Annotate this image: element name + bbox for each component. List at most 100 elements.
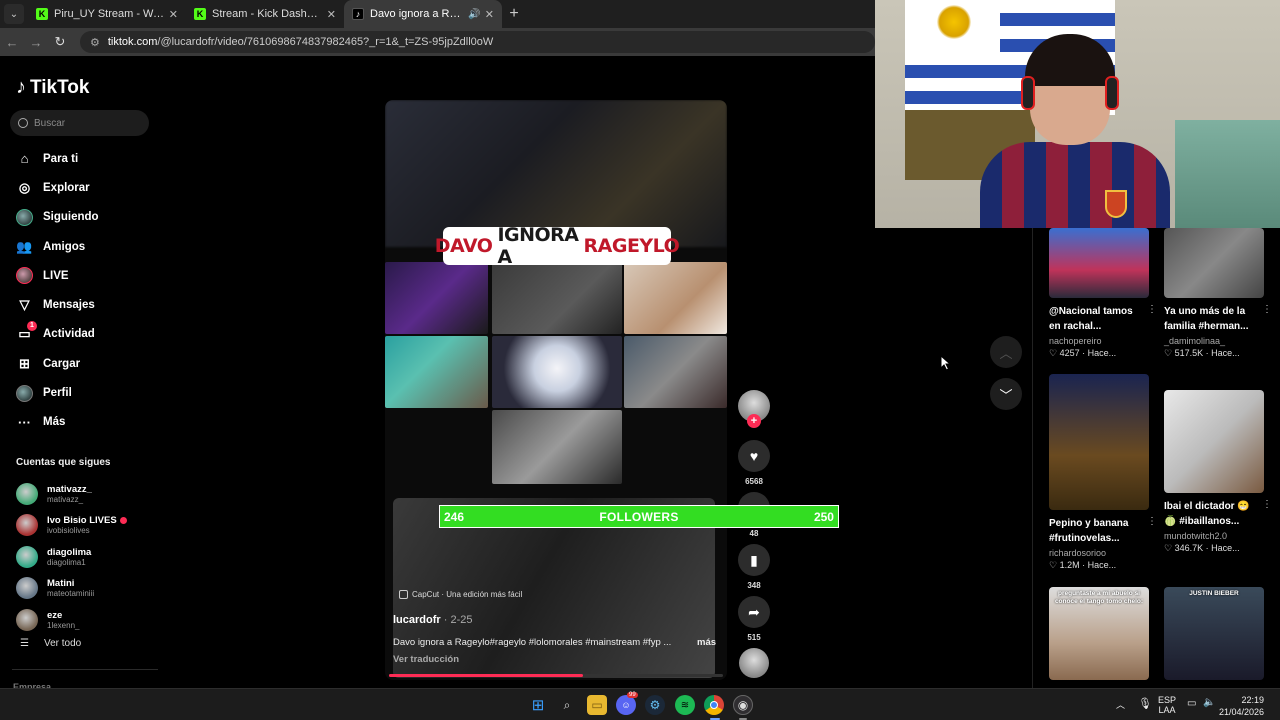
search-icon[interactable]: ⌕ — [557, 695, 577, 715]
card-menu-icon[interactable]: ⋮ — [1147, 304, 1157, 315]
card-title: Ibai el dictador 😁 🍈 #ibaillanos... — [1164, 501, 1250, 527]
sidebar-item-perfil[interactable]: Perfil — [16, 378, 156, 407]
mouse-cursor-icon — [940, 355, 952, 371]
url-field[interactable]: ⚙ tiktok.com/@lucardofr/video/7610698674… — [80, 31, 875, 53]
back-arrow-icon[interactable]: ← — [0, 35, 24, 50]
tab-title: Stream - Kick Dashboard — [212, 8, 323, 20]
tab-kick-stream[interactable]: K Piru_UY Stream - Watch Live on ✕ — [28, 0, 186, 28]
headset-icon — [1021, 76, 1035, 110]
sidebar-item-para-ti[interactable]: ⌂ Para ti — [16, 144, 156, 173]
site-settings-icon[interactable]: ⚙ — [90, 36, 100, 49]
recommended-video-card[interactable]: JUSTIN BIEBER — [1164, 587, 1264, 680]
club-crest-icon — [1105, 190, 1127, 218]
sidebar-item-label: Mensajes — [43, 299, 95, 312]
recommended-video-card[interactable]: Ya uno más de la familia #herman... _dami… — [1164, 228, 1272, 359]
tab-close-icon[interactable]: ✕ — [485, 8, 494, 21]
see-all-link[interactable]: ☰ Ver todo — [20, 638, 81, 649]
like-heart-icon[interactable]: ♥ — [738, 440, 770, 472]
following-text: Ivo Bisio LIVES ivobisiolives — [47, 515, 127, 535]
tray-expand-chevron-up-icon[interactable]: ︿ — [1116, 698, 1125, 711]
sidebar-item-explorar[interactable]: ◎ Explorar — [16, 173, 156, 202]
tab-tiktok-video[interactable]: ♪ Davo ignora a Rageylo: ¿Pre 🔊 ✕ — [344, 0, 502, 28]
following-item[interactable]: diagolima diagolima1 — [16, 541, 156, 573]
following-name-text: Ivo Bisio LIVES — [47, 515, 117, 527]
tab-search-icon[interactable]: ⌄ — [4, 4, 24, 24]
capcut-tag[interactable]: CapCut · Una edición más fácil — [399, 590, 522, 599]
recommended-video-card[interactable]: Ibai el dictador 😁 🍈 #ibaillanos... mundo… — [1164, 390, 1272, 554]
follow-plus-icon[interactable]: + — [747, 414, 761, 428]
bookmark-icon[interactable]: ▮ — [738, 544, 770, 576]
steam-icon[interactable]: ⚙ — [645, 695, 665, 715]
more-button[interactable]: más — [697, 637, 716, 648]
sidebar-item-mensajes[interactable]: ▽ Mensajes — [16, 290, 156, 319]
thumbnail-caption: preguntaste a mi abuelo si conoce el tan… — [1054, 590, 1144, 605]
file-explorer-icon[interactable]: ▭ — [587, 695, 607, 715]
comment-count: 48 — [749, 529, 759, 538]
speaker-icon[interactable]: 🔊 — [468, 9, 480, 20]
obs-icon[interactable]: ◉ — [733, 695, 753, 715]
following-item[interactable]: Ivo Bisio LIVES ivobisiolives — [16, 510, 156, 542]
sidebar-item-label: Más — [43, 416, 66, 429]
following-item[interactable]: eze 1lexenn_ — [16, 604, 156, 636]
following-handle: mativazz_ — [47, 494, 84, 504]
translate-link[interactable]: Ver traducción — [393, 654, 459, 665]
card-menu-icon[interactable]: ⋮ — [1262, 499, 1272, 510]
sidebar-item-cargar[interactable]: ⊞ Cargar — [16, 349, 156, 378]
search-input[interactable]: Buscar — [10, 110, 149, 136]
spotify-icon[interactable]: ≋ — [675, 695, 695, 715]
upload-icon: ⊞ — [19, 355, 30, 371]
recommended-video-card[interactable]: @Nacional tamos en rachal... nachopereiro… — [1049, 228, 1157, 359]
sidebar-nav: ⌂ Para ti ◎ Explorar Siguiendo 👥 Amigos LIVE ▽ Me… — [16, 144, 156, 437]
card-title: @Nacional tamos en rachal... — [1049, 306, 1133, 332]
previous-video-chevron-up-icon[interactable]: ︿ — [990, 336, 1022, 368]
tab-close-icon[interactable]: ✕ — [327, 8, 336, 21]
sidebar-item-live[interactable]: LIVE — [16, 261, 156, 290]
next-video-chevron-down-icon[interactable]: ﹀ — [990, 378, 1022, 410]
sidebar-item-siguiendo[interactable]: Siguiendo — [16, 203, 156, 232]
video-author[interactable]: lucardofr · 2-25 — [393, 614, 472, 626]
language-indicator[interactable]: ESP LAA — [1158, 695, 1176, 715]
card-stats: ♡ 4257 · Hace... — [1049, 348, 1117, 358]
lang-secondary: LAA — [1158, 705, 1176, 715]
share-arrow-icon[interactable]: ➦ — [738, 596, 770, 628]
video-progress-bar[interactable] — [389, 674, 723, 677]
recommended-video-card[interactable]: Pepino y banana #frutinovelas... richardo… — [1049, 374, 1157, 571]
following-item[interactable]: mativazz_ mativazz_ — [16, 478, 156, 510]
following-item[interactable]: Matini mateotaminiii — [16, 573, 156, 605]
windows-start-icon[interactable]: ⊞ — [528, 695, 548, 715]
recommended-video-card[interactable]: preguntaste a mi abuelo si conoce el tan… — [1049, 587, 1149, 680]
sidebar-item-label: Perfil — [43, 387, 72, 400]
chrome-icon[interactable] — [704, 695, 724, 715]
stream-cell — [492, 262, 622, 334]
compass-icon: ◎ — [18, 179, 31, 195]
following-name-text: diagolima — [47, 546, 92, 558]
sidebar-item-actividad[interactable]: ▭ 1 Actividad — [16, 320, 156, 349]
system-clock[interactable]: 22:19 21/04/2026 — [1219, 694, 1264, 718]
card-menu-icon[interactable]: ⋮ — [1262, 304, 1272, 315]
microphone-icon[interactable]: 🎙 — [1138, 697, 1152, 710]
new-tab-button[interactable]: + — [502, 5, 526, 23]
following-handle: diagolima1 — [47, 557, 86, 567]
following-name-text: Matini — [47, 578, 75, 590]
tiktok-logo[interactable]: ♪ TikTok — [16, 76, 89, 99]
logo-text: TikTok — [30, 76, 90, 98]
card-title: Pepino y banana #frutinovelas... — [1049, 518, 1129, 544]
tab-kick-dashboard[interactable]: K Stream - Kick Dashboard ✕ — [186, 0, 344, 28]
column-divider — [1032, 228, 1033, 688]
sidebar-item-más[interactable]: ··· Más — [16, 408, 156, 437]
like-count: 6568 — [745, 477, 763, 486]
card-menu-icon[interactable]: ⋮ — [1147, 516, 1157, 527]
discord-icon[interactable]: ☺ — [616, 695, 636, 715]
following-list: mativazz_ mativazz_ Ivo Bisio LIVES ivobisi… — [16, 478, 156, 636]
volume-icon[interactable]: 🔈 — [1203, 697, 1215, 708]
following-name-text: eze — [47, 609, 63, 621]
forward-arrow-icon[interactable]: → — [24, 35, 48, 50]
sound-disc-icon[interactable] — [739, 648, 769, 678]
network-icon[interactable]: ▭ — [1187, 698, 1196, 709]
card-author: richardosorioo — [1049, 548, 1107, 558]
sidebar-item-amigos[interactable]: 👥 Amigos — [16, 232, 156, 261]
title-word-2: IGNORA A — [497, 224, 579, 268]
tab-close-icon[interactable]: ✕ — [169, 8, 178, 21]
reload-icon[interactable]: ↻ — [48, 34, 72, 50]
live-avatar-icon — [16, 267, 33, 285]
